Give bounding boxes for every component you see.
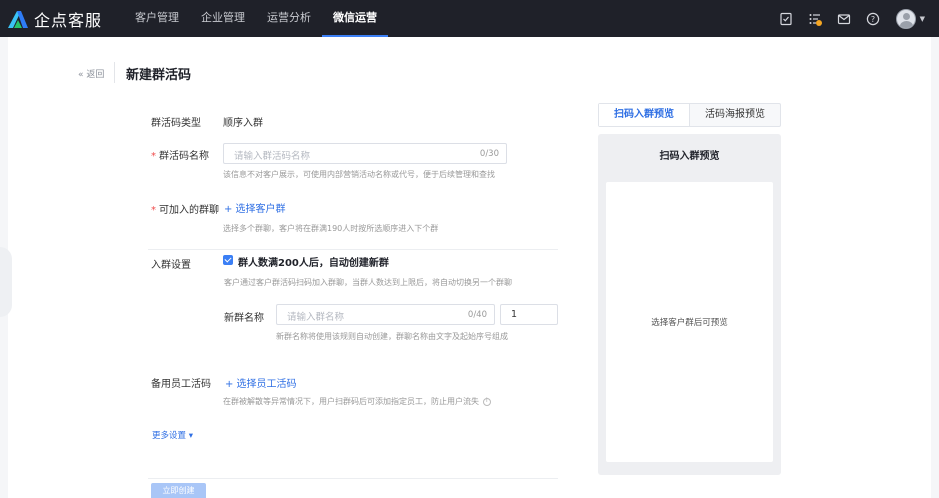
back-link[interactable]: « 返回 xyxy=(78,67,104,80)
code-name-label: * 群活码名称 xyxy=(151,147,209,162)
new-group-name-placeholder: 请输入群名称 xyxy=(287,312,345,323)
new-group-name-label: 新群名称 xyxy=(224,313,264,324)
section-divider xyxy=(148,249,558,250)
task-list-icon[interactable] xyxy=(808,12,822,26)
backup-code-label: 备用员工活码 xyxy=(151,379,211,390)
auto-create-hint: 客户通过客户群活码扫码加入群聊，当群人数达到上限后，将自动切换另一个群聊 xyxy=(224,278,512,287)
required-mark: * xyxy=(151,151,156,162)
code-name-input[interactable]: 请输入群活码名称 0/30 xyxy=(223,143,507,164)
auto-create-label[interactable]: 群人数满200人后，自动创建新群 xyxy=(238,254,389,269)
main-content: « 返回 新建群活码 群活码类型 顺序入群 * 群活码名称 请输入群活码名称 0/… xyxy=(0,37,931,498)
required-mark: * xyxy=(151,205,156,216)
new-group-seq-value: 1 xyxy=(511,309,518,320)
backup-code-hint: 在群被解散等异常情况下，用户扫群码后可添加指定员工，防止用户流失 xyxy=(223,397,479,406)
new-group-seq-input[interactable]: 1 xyxy=(500,304,558,325)
auto-create-checkbox[interactable] xyxy=(223,255,233,265)
code-type-label: 群活码类型 xyxy=(151,118,201,129)
new-group-name-input[interactable]: 请输入群名称 0/40 xyxy=(276,304,495,325)
backup-code-hint-row: 在群被解散等异常情况下，用户扫群码后可添加指定员工，防止用户流失 xyxy=(223,396,491,407)
preview-empty-text: 选择客户群后可预览 xyxy=(651,318,728,328)
info-icon[interactable] xyxy=(483,397,491,406)
left-edge-handle xyxy=(0,247,12,317)
code-name-placeholder: 请输入群活码名称 xyxy=(234,151,311,162)
tab-poster-preview[interactable]: 活码海报预览 xyxy=(690,104,780,126)
nav-operation-analysis[interactable]: 运营分析 xyxy=(256,0,322,37)
svg-text:?: ? xyxy=(870,15,874,24)
help-icon[interactable]: ? xyxy=(866,12,880,26)
new-group-name-counter: 0/40 xyxy=(467,310,487,320)
page-title: 新建群活码 xyxy=(126,68,192,83)
join-settings-label: 入群设置 xyxy=(151,260,191,271)
tab-scan-join-preview[interactable]: 扫码入群预览 xyxy=(599,104,690,126)
nav-enterprise-management[interactable]: 企业管理 xyxy=(190,0,256,37)
title-divider xyxy=(114,62,115,83)
more-settings-toggle[interactable]: 更多设置 ▾ xyxy=(152,429,193,441)
top-navigation-bar: 企点客服 客户管理 企业管理 运营分析 微信运营 ? ▼ xyxy=(0,0,939,37)
brand-name: 企点客服 xyxy=(34,10,103,30)
preview-card: 选择客户群后可预览 xyxy=(606,182,773,462)
brand-logo[interactable]: 企点客服 xyxy=(6,7,124,31)
preview-tabs: 扫码入群预览 活码海报预览 xyxy=(598,103,781,127)
select-staff-code-button[interactable]: + 选择员工活码 xyxy=(225,375,297,390)
todo-icon[interactable] xyxy=(779,12,793,26)
preview-title: 扫码入群预览 xyxy=(659,151,720,162)
code-name-hint: 该信息不对客户展示，可使用内部营销活动名称或代号，便于后续管理和查找 xyxy=(223,170,495,179)
mail-icon[interactable] xyxy=(837,12,851,26)
create-button[interactable]: 立即创建 xyxy=(151,483,206,498)
footer-divider xyxy=(148,478,558,479)
nav-customer-management[interactable]: 客户管理 xyxy=(124,0,190,37)
groups-label: * 可加入的群聊 xyxy=(151,201,219,216)
code-type-value: 顺序入群 xyxy=(223,118,263,129)
new-group-name-hint: 新群名称将使用该规则自动创建，群聊名称由文字及起始序号组成 xyxy=(276,332,508,341)
chevron-down-icon[interactable]: ▼ xyxy=(920,15,925,23)
brand-logo-icon xyxy=(6,9,30,29)
code-name-label-text: 群活码名称 xyxy=(159,151,209,162)
groups-label-text: 可加入的群聊 xyxy=(159,205,219,216)
select-customer-group-button[interactable]: + 选择客户群 xyxy=(224,200,286,215)
code-name-counter: 0/30 xyxy=(479,149,499,159)
groups-hint: 选择多个群聊，客户将在群满190人时按所选顺序进入下个群 xyxy=(223,224,439,233)
preview-panel: 扫码入群预览 选择客户群后可预览 xyxy=(598,134,781,475)
header-actions: ? ▼ xyxy=(764,0,925,37)
main-nav: 客户管理 企业管理 运营分析 微信运营 xyxy=(124,0,388,37)
nav-wechat-operation[interactable]: 微信运营 xyxy=(322,0,388,37)
user-avatar[interactable] xyxy=(895,8,916,29)
